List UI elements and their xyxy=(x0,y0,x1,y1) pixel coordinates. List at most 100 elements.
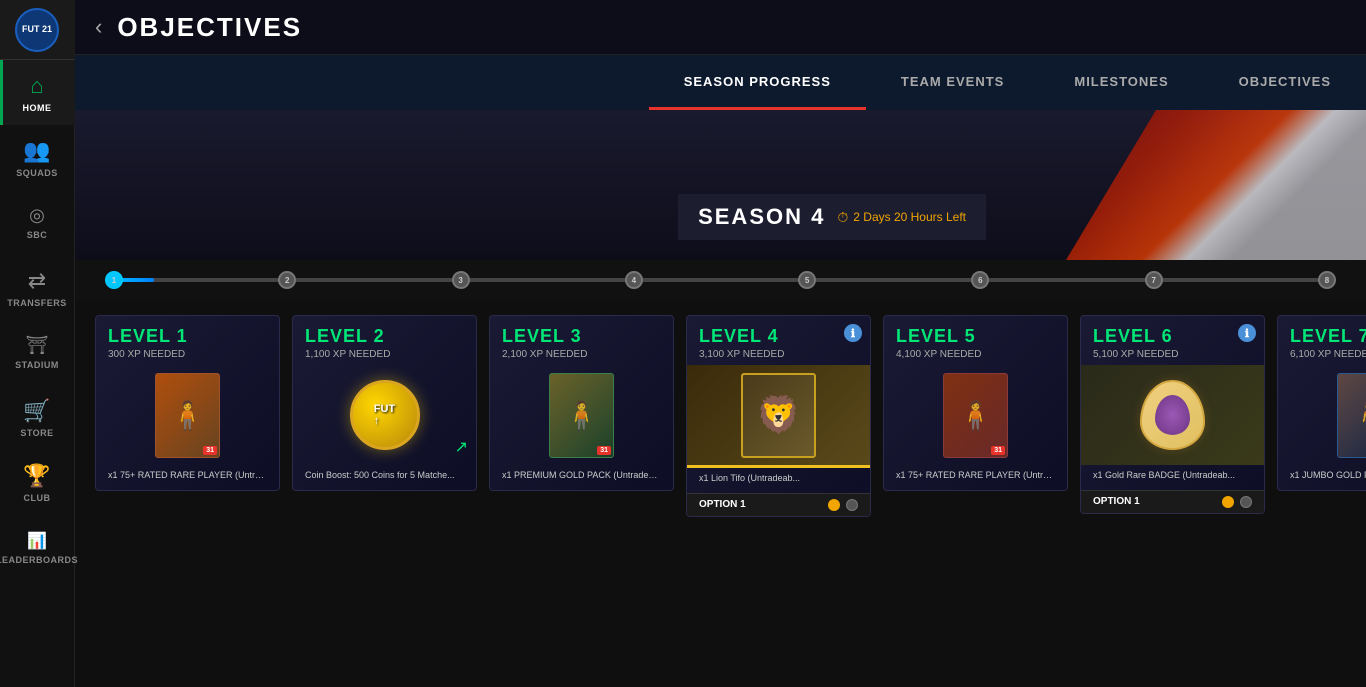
sidebar-item-store[interactable]: 🛒 STORE xyxy=(0,385,75,450)
progress-node-4: 4 xyxy=(625,271,643,289)
node-label-5: 5 xyxy=(805,276,809,285)
dot-orange-4[interactable] xyxy=(828,499,840,511)
fut-logo: FUT 21 xyxy=(15,8,59,52)
card-6-image xyxy=(1081,365,1264,465)
page-title: OBJECTIVES xyxy=(117,12,302,43)
sidebar-item-home[interactable]: ⌂ HOME xyxy=(0,60,75,125)
info-badge-6[interactable]: ℹ xyxy=(1238,324,1256,342)
node-label-3: 3 xyxy=(458,276,462,285)
player-badge-5: 31 xyxy=(991,446,1005,455)
card-4-xp: 3,100 XP NEEDED xyxy=(699,349,858,360)
card-3-reward: x1 PREMIUM GOLD PACK (Untradeab... xyxy=(490,465,673,490)
egg-inner-6 xyxy=(1155,395,1190,435)
player-icon-7: 🧍 xyxy=(1352,399,1366,432)
fut-coin: FUT↑ xyxy=(350,380,420,450)
card-3-level: LEVEL 3 xyxy=(502,326,661,347)
card-6-header: LEVEL 6 5,100 XP NEEDED xyxy=(1081,316,1264,365)
sidebar-item-transfers[interactable]: ⇄ TRANSFERS xyxy=(0,255,75,320)
dot-gray-4[interactable] xyxy=(846,499,858,511)
season-info: SEASON 4 ⏱ 2 Days 20 Hours Left xyxy=(678,194,986,240)
card-6-option-dots xyxy=(1222,496,1252,508)
progress-node-2: 2 xyxy=(278,271,296,289)
card-4-header: LEVEL 4 3,100 XP NEEDED xyxy=(687,316,870,365)
back-button[interactable]: ‹ xyxy=(95,14,102,40)
card-5-image: 🧍 31 xyxy=(884,365,1067,465)
level-card-6[interactable]: LEVEL 6 5,100 XP NEEDED ℹ x1 Gold Rare B… xyxy=(1080,315,1265,514)
squads-icon: 👥 xyxy=(23,138,50,164)
card-4-option-dots xyxy=(828,499,858,511)
cards-scroll[interactable]: LEVEL 1 300 XP NEEDED 🧍 31 x1 75+ RATED … xyxy=(75,300,1366,687)
level-card-3[interactable]: LEVEL 3 2,100 XP NEEDED 🧍 31 x1 PREMIUM … xyxy=(489,315,674,491)
card-5-level: LEVEL 5 xyxy=(896,326,1055,347)
node-label-7: 7 xyxy=(1151,276,1155,285)
level-card-2[interactable]: LEVEL 2 1,100 XP NEEDED FUT↑ ↗ Coin Boos… xyxy=(292,315,477,491)
egg-card-6 xyxy=(1140,380,1205,450)
stadium-icon: ⛩ xyxy=(26,335,49,356)
sidebar-label-squads: SQUADS xyxy=(16,168,58,178)
time-left: 2 Days 20 Hours Left xyxy=(853,210,966,224)
card-2-header: LEVEL 2 1,100 XP NEEDED xyxy=(293,316,476,365)
card-4-option-bar: OPTION 1 xyxy=(687,493,870,516)
progress-node-7: 7 xyxy=(1145,271,1163,289)
info-badge-4[interactable]: ℹ xyxy=(844,324,862,342)
card-7-header: LEVEL 7 6,100 XP NEEDED xyxy=(1278,316,1366,365)
transfers-icon: ⇄ xyxy=(28,268,46,294)
sidebar-item-squads[interactable]: 👥 SQUADS xyxy=(0,125,75,190)
player-icon-5: 🧍 xyxy=(958,399,993,432)
card-1-xp: 300 XP NEEDED xyxy=(108,349,267,360)
sidebar-item-leaderboards[interactable]: 📊 LEADERBOARDS xyxy=(0,515,75,580)
card-2-xp: 1,100 XP NEEDED xyxy=(305,349,464,360)
card-6-reward: x1 Gold Rare BADGE (Untradeab... xyxy=(1081,465,1264,490)
dot-orange-6[interactable] xyxy=(1222,496,1234,508)
card-7-xp: 6,100 XP NEEDED xyxy=(1290,349,1366,360)
sidebar-label-stadium: STADIUM xyxy=(15,360,59,370)
card-4-option-label: OPTION 1 xyxy=(699,499,746,510)
card-2-reward: Coin Boost: 500 Coins for 5 Matche... xyxy=(293,465,476,490)
progress-area: 1 2 3 4 5 6 7 8 xyxy=(75,260,1366,300)
level-card-5[interactable]: LEVEL 5 4,100 XP NEEDED 🧍 31 x1 75+ RATE… xyxy=(883,315,1068,491)
tab-season-progress[interactable]: SEASON PROGRESS xyxy=(649,55,866,110)
club-icon: 🏆 xyxy=(23,463,50,489)
progress-node-3: 3 xyxy=(452,271,470,289)
player-badge-1: 31 xyxy=(203,446,217,455)
card-2-level: LEVEL 2 xyxy=(305,326,464,347)
player-card-mini-3: 🧍 31 xyxy=(549,373,614,458)
node-label-4: 4 xyxy=(632,276,636,285)
sidebar-item-club[interactable]: 🏆 CLUB xyxy=(0,450,75,515)
level-card-7[interactable]: LEVEL 7 6,100 XP NEEDED 🧍 31 x1 JUMBO GO… xyxy=(1277,315,1366,491)
fut-arrow-icon: ↗ xyxy=(455,437,468,457)
tab-objectives[interactable]: OBJECTIVES xyxy=(1204,55,1366,110)
card-6-option-bar: OPTION 1 xyxy=(1081,490,1264,513)
tabs-bar: SEASON PROGRESS TEAM EVENTS MILESTONES O… xyxy=(75,55,1366,110)
home-icon: ⌂ xyxy=(30,73,43,99)
tab-milestones[interactable]: MILESTONES xyxy=(1039,55,1203,110)
sbc-icon: ◎ xyxy=(29,205,45,226)
season-label: SEASON 4 xyxy=(698,204,825,230)
card-3-xp: 2,100 XP NEEDED xyxy=(502,349,661,360)
sidebar-label-sbc: SBC xyxy=(27,230,48,240)
dot-gray-6[interactable] xyxy=(1240,496,1252,508)
sidebar-label-club: CLUB xyxy=(24,493,51,503)
lion-card-4: 🦁 xyxy=(741,373,816,458)
card-1-reward: x1 75+ RATED RARE PLAYER (Untrad... xyxy=(96,465,279,490)
player-card-mini-7: 🧍 31 xyxy=(1337,373,1366,458)
progress-nodes: 1 2 3 4 5 6 7 8 xyxy=(105,271,1336,289)
sidebar-label-home: HOME xyxy=(23,103,52,113)
card-4-image: 🦁 xyxy=(687,365,870,465)
tab-team-events[interactable]: TEAM EVENTS xyxy=(866,55,1039,110)
level-card-1[interactable]: LEVEL 1 300 XP NEEDED 🧍 31 x1 75+ RATED … xyxy=(95,315,280,491)
progress-node-5: 5 xyxy=(798,271,816,289)
card-6-level: LEVEL 6 xyxy=(1093,326,1252,347)
progress-node-6: 6 xyxy=(971,271,989,289)
main-content: ‹ OBJECTIVES SEASON PROGRESS TEAM EVENTS… xyxy=(75,0,1366,687)
card-1-image: 🧍 31 xyxy=(96,365,279,465)
node-label-2: 2 xyxy=(285,276,289,285)
sidebar-item-stadium[interactable]: ⛩ STADIUM xyxy=(0,320,75,385)
season-badge: SEASON 4 ⏱ 2 Days 20 Hours Left xyxy=(678,194,986,240)
progress-node-1: 1 xyxy=(105,271,123,289)
progress-node-8: 8 xyxy=(1318,271,1336,289)
level-card-4[interactable]: LEVEL 4 3,100 XP NEEDED ℹ 🦁 x1 Lion Tifo… xyxy=(686,315,871,517)
card-4-reward: x1 Lion Tifo (Untradeab... xyxy=(687,468,870,493)
sidebar-item-sbc[interactable]: ◎ SBC xyxy=(0,190,75,255)
card-5-header: LEVEL 5 4,100 XP NEEDED xyxy=(884,316,1067,365)
